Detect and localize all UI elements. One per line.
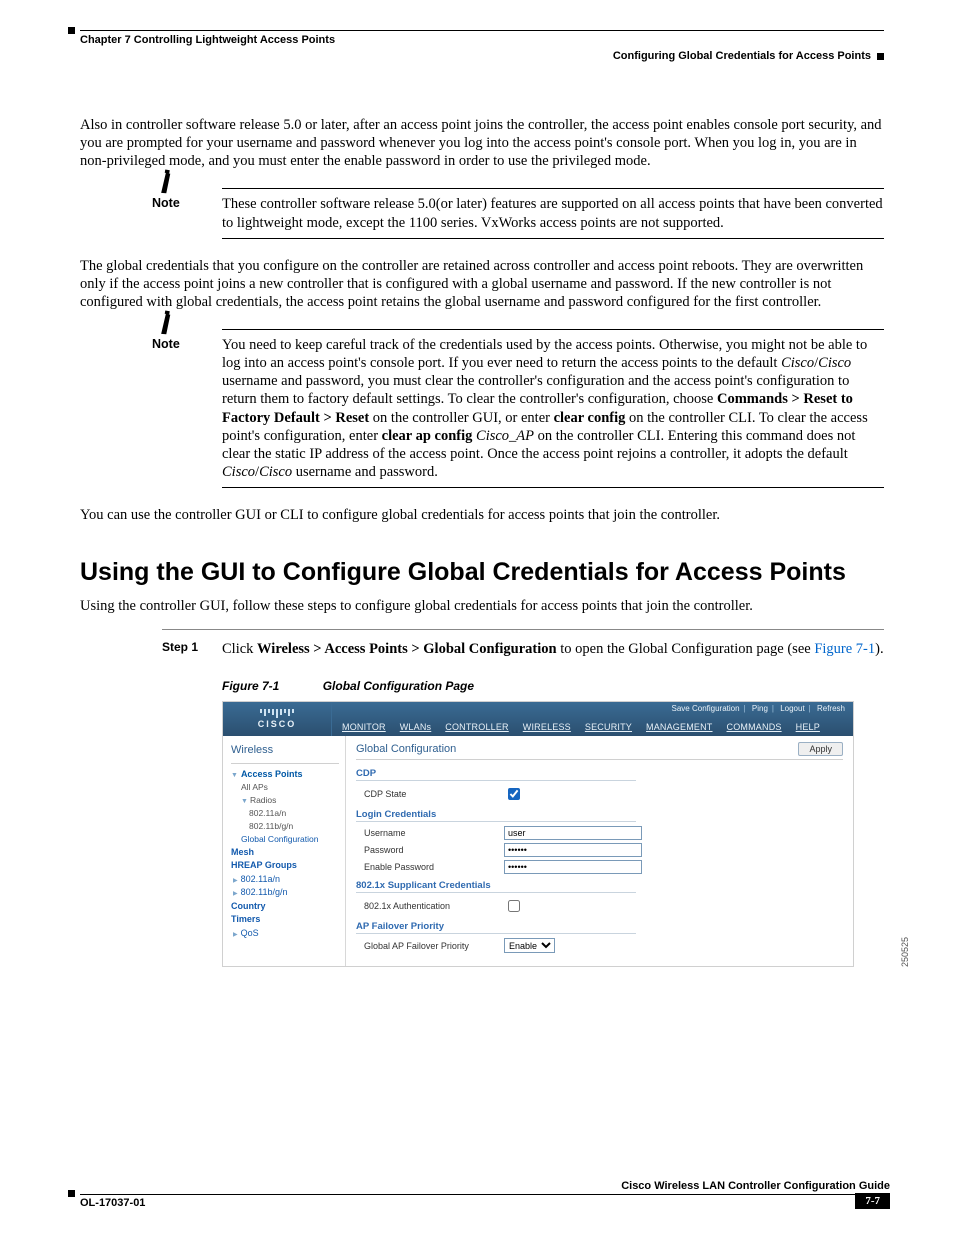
footer-docnum: OL-17037-01 — [80, 1197, 145, 1209]
cdp-state-checkbox[interactable] — [508, 788, 520, 800]
failover-section-header: AP Failover Priority — [356, 921, 636, 934]
section-title-right: Configuring Global Credentials for Acces… — [613, 50, 871, 62]
note-text: These controller software release 5.0(or… — [222, 188, 884, 238]
sidebar[interactable]: Wireless ▼Access Points All APs ▼Radios … — [223, 736, 346, 966]
footer-square-icon — [68, 1190, 75, 1197]
body-paragraph: You can use the controller GUI or CLI to… — [80, 506, 884, 524]
figure-code: 250525 — [900, 937, 910, 967]
username-label: Username — [356, 828, 504, 838]
auth-checkbox[interactable] — [508, 900, 520, 912]
note-label: Note — [152, 196, 180, 210]
body-paragraph: The global credentials that you configur… — [80, 257, 884, 311]
note-text: You need to keep careful track of the cr… — [222, 329, 884, 488]
page-title: Global Configuration — [356, 743, 456, 755]
gui-screenshot: CISCO Save Configuration| Ping| Logout| … — [222, 701, 854, 967]
sidebar-title: Wireless — [231, 742, 339, 764]
chapter-header: Chapter 7 Controlling Lightweight Access… — [80, 30, 884, 46]
step-label: Step 1 — [162, 640, 222, 659]
figure-ref-link[interactable]: Figure 7-1 — [814, 641, 875, 657]
enablepw-field[interactable] — [504, 860, 642, 874]
body-paragraph: Using the controller GUI, follow these s… — [80, 597, 884, 615]
password-label: Password — [356, 845, 504, 855]
utility-links[interactable]: Save Configuration| Ping| Logout| Refres… — [332, 702, 853, 713]
note-block: Note These controller software release 5… — [162, 188, 884, 238]
figure-title: Global Configuration Page — [323, 679, 474, 693]
auth-label: 802.1x Authentication — [356, 901, 504, 911]
page-number: 7-7 — [855, 1193, 890, 1209]
section-heading: Using the GUI to Configure Global Creden… — [80, 558, 884, 587]
footer-guide-title: Cisco Wireless LAN Controller Configurat… — [80, 1180, 890, 1195]
password-field[interactable] — [504, 843, 642, 857]
failover-select[interactable]: Enable — [504, 938, 555, 953]
note-label: Note — [152, 337, 180, 351]
main-menu[interactable]: MONITORWLANsCONTROLLERWIRELESSSECURITYMA… — [332, 722, 853, 736]
login-section-header: Login Credentials — [356, 809, 636, 822]
failover-label: Global AP Failover Priority — [356, 941, 504, 951]
apply-button[interactable]: Apply — [798, 742, 843, 756]
body-paragraph: Also in controller software release 5.0 … — [80, 116, 884, 170]
cdp-state-label: CDP State — [356, 789, 504, 799]
figure-number: Figure 7-1 — [222, 679, 279, 693]
supplicant-section-header: 802.1x Supplicant Credentials — [356, 880, 636, 893]
note-block: Note You need to keep careful track of t… — [162, 329, 884, 488]
header-square-icon — [877, 53, 884, 60]
cdp-section-header: CDP — [356, 768, 636, 781]
step-body: Click Wireless > Access Points > Global … — [222, 640, 884, 659]
cisco-logo: CISCO — [223, 702, 332, 736]
username-field[interactable] — [504, 826, 642, 840]
enablepw-label: Enable Password — [356, 862, 504, 872]
